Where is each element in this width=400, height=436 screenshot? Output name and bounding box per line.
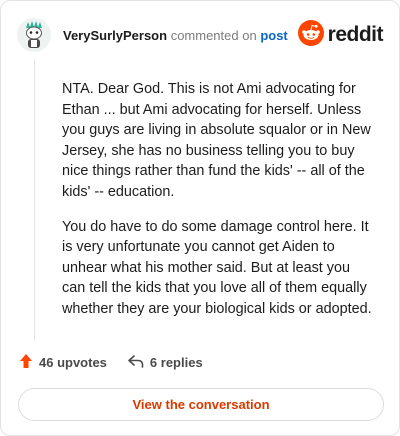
post-link[interactable]: post — [260, 28, 287, 43]
reddit-logo-icon — [297, 19, 324, 51]
reply-arrow-icon — [127, 354, 150, 371]
action-text: commented on — [170, 27, 257, 43]
comment-body: NTA. Dear God. This is not Ami advocatin… — [62, 79, 374, 334]
comment-paragraph: NTA. Dear God. This is not Ami advocatin… — [62, 81, 371, 200]
comment-stats: 46 upvotes 6 replies — [19, 353, 203, 372]
reddit-brand[interactable]: reddit — [297, 19, 384, 51]
replies-count: 6 replies — [149, 355, 203, 370]
username-link[interactable]: VerySurlyPerson — [63, 28, 167, 43]
comment-header: VerySurlyPerson commented on post reddit — [17, 17, 384, 53]
thread-line — [34, 59, 35, 341]
upvotes-count: 46 upvotes — [39, 355, 107, 370]
comment-paragraph: You do have to do some damage control he… — [62, 218, 372, 317]
view-conversation-button[interactable]: View the conversation — [18, 388, 384, 421]
embedded-comment-card: VerySurlyPerson commented on post reddit — [0, 0, 400, 436]
comment-byline: VerySurlyPerson commented on post — [63, 28, 288, 43]
upvotes-stat[interactable]: 46 upvotes — [19, 353, 107, 372]
upvote-arrow-icon — [19, 353, 39, 372]
snoo-avatar-icon[interactable] — [17, 18, 51, 52]
replies-stat[interactable]: 6 replies — [127, 354, 203, 371]
reddit-wordmark: reddit — [327, 23, 384, 46]
